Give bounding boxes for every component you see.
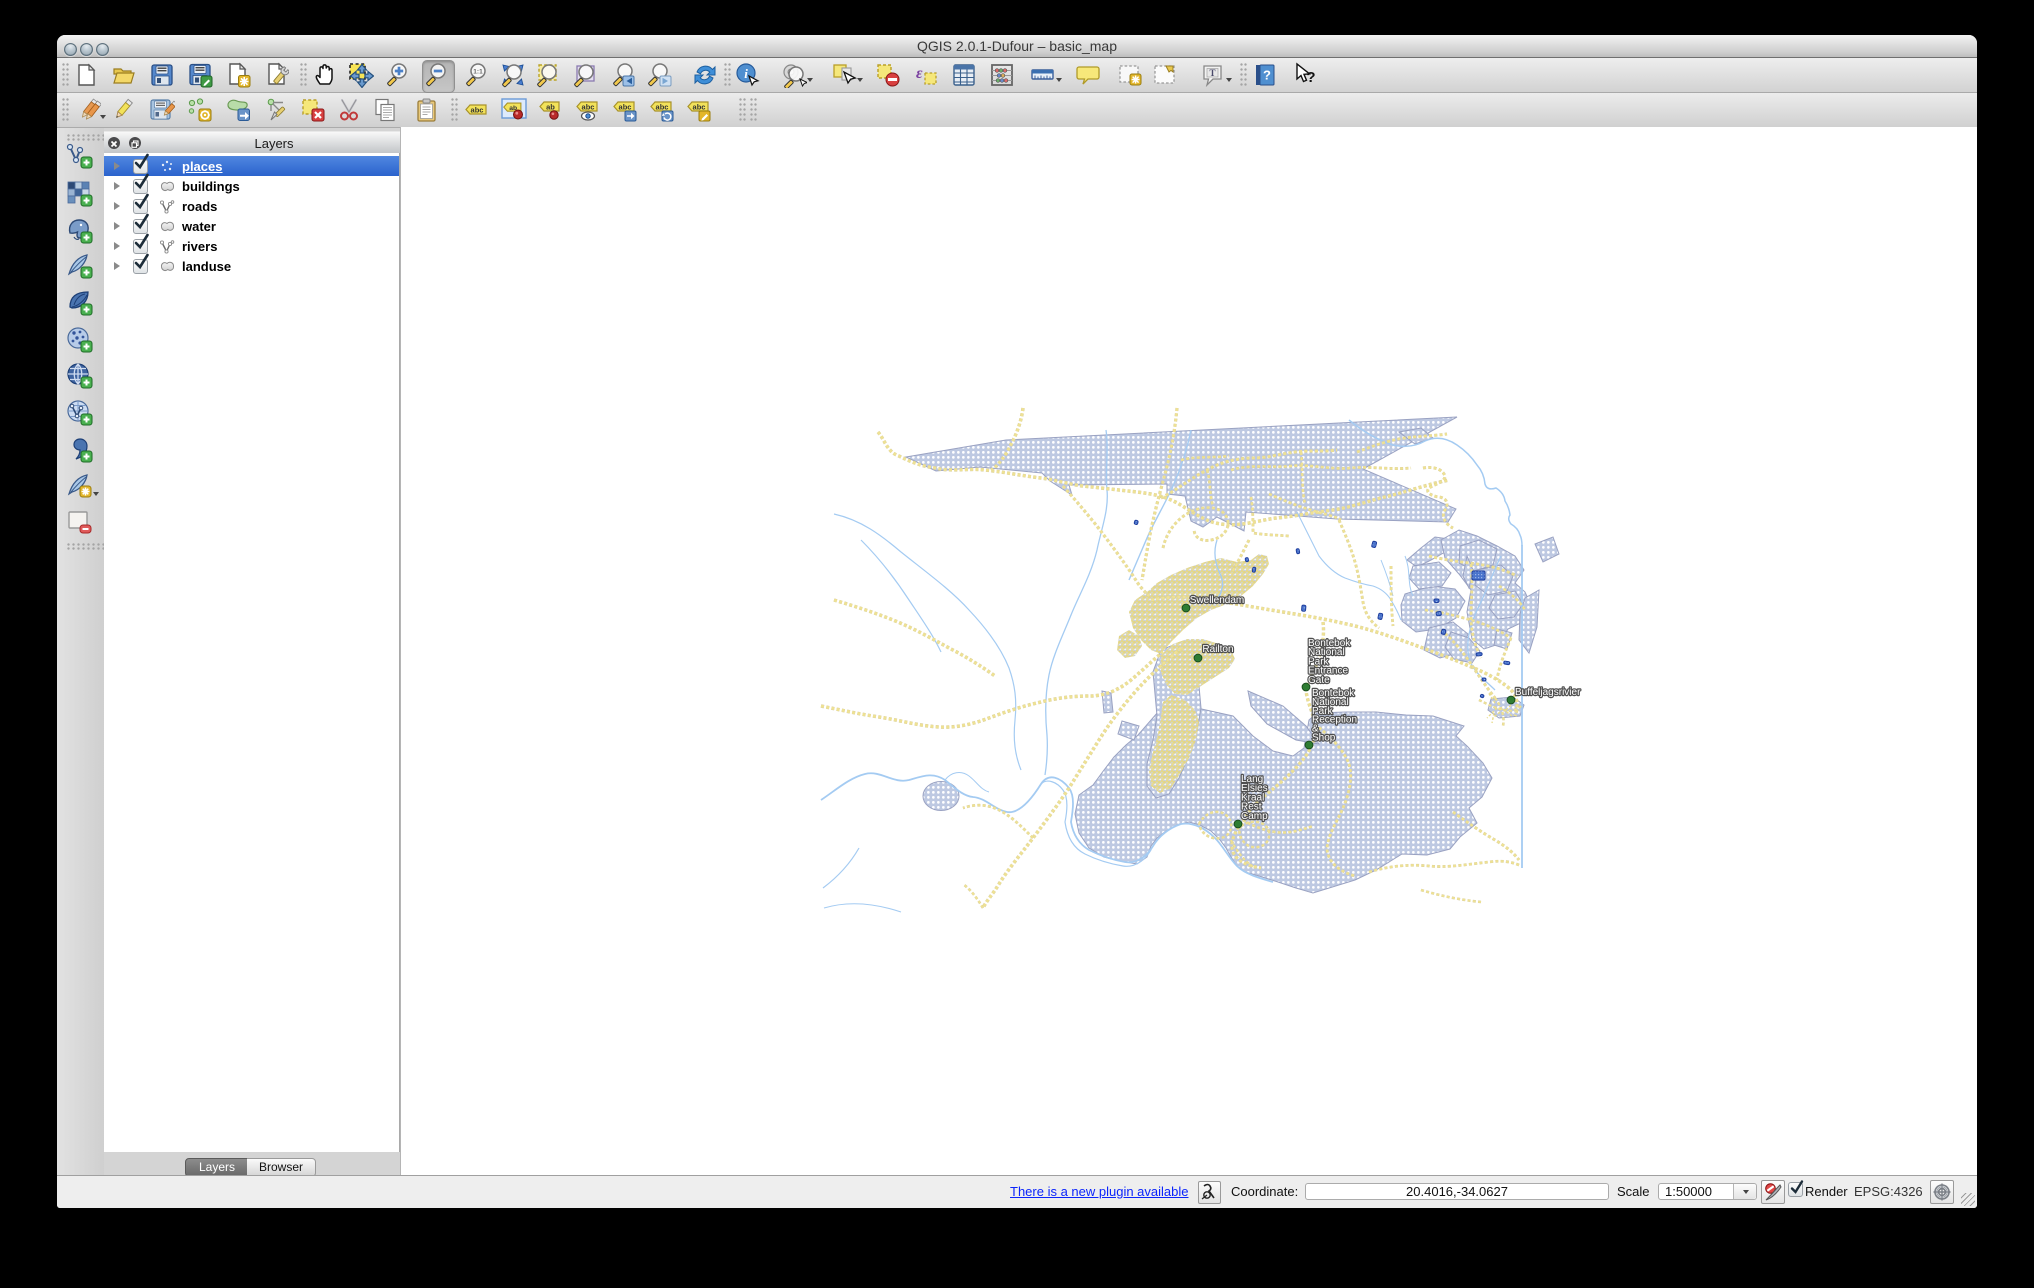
svg-text:?: ? xyxy=(1306,69,1315,86)
svg-text:Gate: Gate xyxy=(1308,675,1330,686)
svg-text:abc: abc xyxy=(619,103,632,112)
svg-text:abc: abc xyxy=(693,103,706,112)
svg-text:abc: abc xyxy=(471,106,484,115)
svg-text:i: i xyxy=(744,66,748,81)
svg-text:Shop: Shop xyxy=(1312,733,1336,744)
svg-text:Camp: Camp xyxy=(1241,811,1268,822)
svg-text:ε: ε xyxy=(916,65,923,82)
svg-text:Buffeljagsrivier: Buffeljagsrivier xyxy=(1515,687,1581,698)
svg-text:abc: abc xyxy=(582,103,595,112)
svg-text:T: T xyxy=(1209,68,1215,78)
svg-text:Swellendam: Swellendam xyxy=(1190,595,1244,606)
svg-text:Railton: Railton xyxy=(1202,644,1233,655)
svg-text:abc: abc xyxy=(656,103,669,112)
svg-text:1:1: 1:1 xyxy=(473,69,483,76)
svg-text:?: ? xyxy=(1263,68,1271,83)
svg-text:ab: ab xyxy=(546,103,555,112)
svg-text:Reception: Reception xyxy=(1312,715,1357,726)
